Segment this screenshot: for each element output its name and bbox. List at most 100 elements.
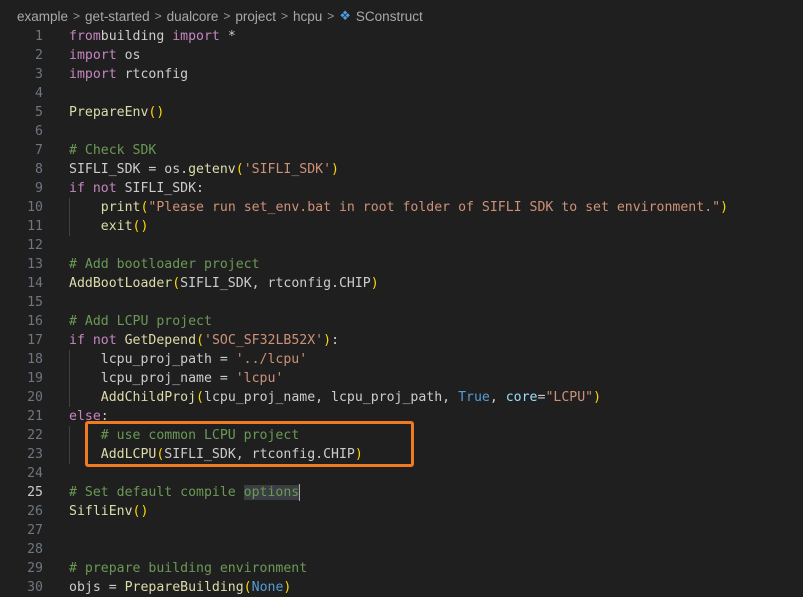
code-text: AddChildProj(lcpu_proj_name, lcpu_proj_p… (69, 388, 601, 407)
code-text: exit() (69, 217, 149, 236)
code-text: objs = PrepareBuilding(None) (69, 578, 291, 597)
code-line[interactable]: 7 # Check SDK (0, 141, 803, 160)
code-line[interactable]: 11 exit() (0, 217, 803, 236)
code-token: if (69, 181, 85, 196)
code-line[interactable]: 16 # Add LCPU project (0, 312, 803, 331)
code-token: ) (323, 333, 332, 348)
line-number: 14 (27, 276, 43, 291)
code-token: if (69, 333, 85, 348)
breadcrumb-item-get-started[interactable]: get-started (85, 9, 150, 24)
code-line[interactable]: 20 AddChildProj(lcpu_proj_name, lcpu_pro… (0, 388, 803, 407)
code-text: PrepareEnv() (69, 103, 164, 122)
breadcrumb-item-example[interactable]: example (17, 9, 68, 24)
code-token: exit (100, 219, 133, 234)
code-text: print("Please run set_env.bat in root fo… (69, 198, 728, 217)
code-line[interactable]: 4 (0, 84, 803, 103)
code-line[interactable]: 18 lcpu_proj_path = '../lcpu' (0, 350, 803, 369)
code-token: objs = (69, 580, 125, 595)
code-line[interactable]: 13 # Add bootloader project (0, 255, 803, 274)
breadcrumb-item-hcpu[interactable]: hcpu (293, 9, 322, 24)
code-token: () (132, 504, 149, 519)
code-token: "Please run set_env.bat in root folder o… (148, 200, 721, 215)
code-token: import (172, 29, 220, 44)
code-text: # Add LCPU project (69, 312, 212, 331)
line-number: 20 (27, 390, 43, 405)
code-text: # prepare building environment (69, 559, 307, 578)
code-token: core (505, 390, 538, 405)
line-number: 6 (35, 124, 43, 139)
line-number: 16 (27, 314, 43, 329)
code-line[interactable]: 14 AddBootLoader(SIFLI_SDK, rtconfig.CHIP… (0, 274, 803, 293)
code-text: if not SIFLI_SDK: (69, 179, 204, 198)
code-token: "LCPU" (545, 390, 594, 405)
code-token: SifliEnv (69, 504, 133, 519)
code-line[interactable]: 9 if not SIFLI_SDK: (0, 179, 803, 198)
code-token: SIFLI_SDK, rtconfig.CHIP (180, 276, 371, 291)
chevron-right-icon: > (154, 9, 162, 23)
code-token: ( (235, 162, 244, 177)
code-token: lcpu_proj_name, lcpu_proj_path, (204, 390, 459, 405)
code-line[interactable]: 2 import os (0, 46, 803, 65)
code-token: ( (243, 580, 252, 595)
code-line[interactable]: 6 (0, 122, 803, 141)
line-number: 18 (27, 352, 43, 367)
code-line[interactable]: 5 PrepareEnv() (0, 103, 803, 122)
line-number: 13 (27, 257, 43, 272)
code-line[interactable]: 25 # Set default compile options (0, 483, 803, 502)
code-line[interactable]: 28 (0, 540, 803, 559)
code-text: # Set default compile options (69, 483, 301, 502)
annotation-highlight-box (85, 421, 414, 467)
code-line[interactable]: 19 lcpu_proj_name = 'lcpu' (0, 369, 803, 388)
code-line[interactable]: 27 (0, 521, 803, 540)
code-token: PrepareEnv (69, 105, 149, 120)
code-token: ) (370, 276, 379, 291)
code-text: import os (69, 46, 140, 65)
python-file-icon: ❖ (339, 8, 351, 23)
code-line[interactable]: 1 frombuilding import * (0, 27, 803, 46)
line-number: 29 (27, 561, 43, 576)
line-number: 3 (35, 67, 43, 82)
code-line[interactable]: 3 import rtconfig (0, 65, 803, 84)
code-token: os (116, 48, 141, 63)
line-number: 15 (27, 295, 43, 310)
code-line[interactable]: 29 # prepare building environment (0, 559, 803, 578)
code-token: ) (331, 162, 339, 177)
code-token: from (69, 29, 101, 44)
code-token: : (331, 333, 340, 348)
code-token: '../lcpu' (235, 352, 308, 367)
line-number: 30 (27, 580, 43, 595)
breadcrumb-item-file[interactable]: SConstruct (356, 9, 423, 24)
code-line[interactable]: 17 if not GetDepend('SOC_SF32LB52X'): (0, 331, 803, 350)
line-number: 26 (27, 504, 43, 519)
code-line[interactable]: 30 objs = PrepareBuilding(None) (0, 578, 803, 597)
code-token: , (489, 390, 506, 405)
code-token: ) (593, 390, 602, 405)
code-line[interactable]: 8 SIFLI_SDK = os.getenv('SIFLI_SDK') (0, 160, 803, 179)
line-number: 22 (27, 428, 43, 443)
code-text: if not GetDepend('SOC_SF32LB52X'): (69, 331, 339, 350)
code-token: 'SOC_SF32LB52X' (204, 333, 324, 348)
chevron-right-icon: > (73, 9, 81, 23)
code-editor[interactable]: 1 frombuilding import * 2 import os 3 import … (0, 27, 803, 597)
code-token: True (458, 390, 490, 405)
line-number: 4 (35, 86, 43, 101)
code-line[interactable]: 26 SifliEnv() (0, 502, 803, 521)
breadcrumb-item-dualcore[interactable]: dualcore (167, 9, 219, 24)
code-token: rtconfig (116, 67, 189, 82)
code-token: print (100, 200, 141, 215)
chevron-right-icon: > (280, 9, 288, 23)
code-token: building (100, 29, 173, 44)
code-line[interactable]: 12 (0, 236, 803, 255)
line-number: 8 (35, 162, 43, 177)
code-token: lcpu_proj_name = (69, 371, 236, 386)
code-line[interactable]: 15 (0, 293, 803, 312)
line-number: 5 (35, 105, 43, 120)
code-token: # Add bootloader project (69, 257, 260, 272)
code-token: import (69, 48, 117, 63)
code-token: () (132, 219, 149, 234)
breadcrumb-item-project[interactable]: project (235, 9, 276, 24)
code-line[interactable]: 10 print("Please run set_env.bat in root… (0, 198, 803, 217)
